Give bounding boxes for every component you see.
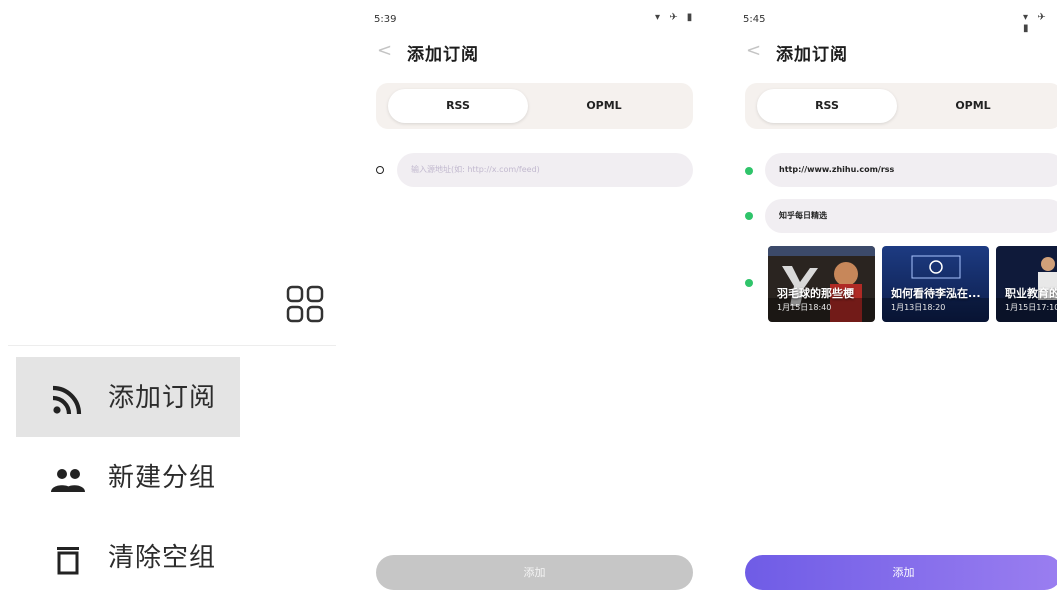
- tab-opml[interactable]: OPML: [903, 89, 1043, 123]
- status-time: 5:45: [743, 14, 766, 25]
- menu-item-label: 添加订阅: [108, 383, 217, 413]
- feed-url-input[interactable]: 输入源地址(如: http://x.com/feed): [397, 153, 693, 187]
- screenshot-root: 添加订阅 新建分组 清除空组 5:39 ▾ ✈ ▮ < 添加订阅 RSS OPM…: [0, 0, 1057, 608]
- add-subscription-screen-filled: 5:45 ▾ ✈ ▮ < 添加订阅 RSS OPML http://www.zh…: [732, 0, 1057, 608]
- tab-opml[interactable]: OPML: [534, 89, 674, 123]
- status-time: 5:39: [374, 14, 397, 25]
- back-button[interactable]: <: [746, 40, 766, 62]
- status-icons: ▾ ✈ ▮: [655, 12, 696, 23]
- feed-name-input[interactable]: 知乎每日精选: [765, 199, 1057, 233]
- step-done-indicator: [745, 279, 753, 287]
- add-subscription-screen-empty: 5:39 ▾ ✈ ▮ < 添加订阅 RSS OPML 输入源地址(如: http…: [363, 0, 703, 608]
- trash-icon: [57, 547, 79, 575]
- card-time: 1月15日17:10: [1005, 303, 1057, 312]
- menu-panel: 添加订阅 新建分组 清除空组: [0, 0, 340, 608]
- card-time: 1月13日18:20: [891, 303, 946, 312]
- menu-divider: [8, 345, 336, 346]
- menu-item-clear-empty-groups[interactable]: 清除空组: [16, 517, 240, 597]
- source-type-tabs: RSS OPML: [376, 83, 693, 129]
- preview-card[interactable]: 羽毛球的那些梗 1月15日18:40: [768, 246, 875, 322]
- grid-icon[interactable]: [286, 285, 324, 323]
- page-title: 添加订阅: [776, 45, 848, 65]
- card-time: 1月15日18:40: [777, 303, 832, 312]
- tab-rss[interactable]: RSS: [388, 89, 528, 123]
- preview-card[interactable]: 如何看待李泓在... 1月13日18:20: [882, 246, 989, 322]
- card-title: 如何看待李泓在...: [891, 287, 981, 300]
- menu-item-new-group[interactable]: 新建分组: [16, 437, 240, 517]
- step-done-indicator: [745, 212, 753, 220]
- preview-card[interactable]: 职业教育的 1月15日17:10: [996, 246, 1057, 322]
- step-indicator: [376, 166, 384, 174]
- add-button[interactable]: 添加: [745, 555, 1057, 590]
- step-done-indicator: [745, 167, 753, 175]
- menu-item-label: 新建分组: [108, 463, 217, 493]
- tab-rss[interactable]: RSS: [757, 89, 897, 123]
- feed-url-input[interactable]: http://www.zhihu.com/rss: [765, 153, 1057, 187]
- status-icons: ▾ ✈ ▮: [1023, 12, 1049, 34]
- group-icon: [51, 469, 85, 492]
- preview-cards: 羽毛球的那些梗 1月15日18:40 如何看待李泓在... 1月13日18:20…: [768, 246, 1057, 322]
- menu-item-label: 清除空组: [108, 543, 217, 573]
- back-button[interactable]: <: [377, 40, 397, 62]
- page-title: 添加订阅: [407, 45, 479, 65]
- menu-item-add-subscription[interactable]: 添加订阅: [16, 357, 240, 437]
- rss-icon: [52, 385, 82, 415]
- card-title: 羽毛球的那些梗: [777, 287, 854, 300]
- source-type-tabs: RSS OPML: [745, 83, 1057, 129]
- add-button[interactable]: 添加: [376, 555, 693, 590]
- card-title: 职业教育的: [1005, 287, 1057, 300]
